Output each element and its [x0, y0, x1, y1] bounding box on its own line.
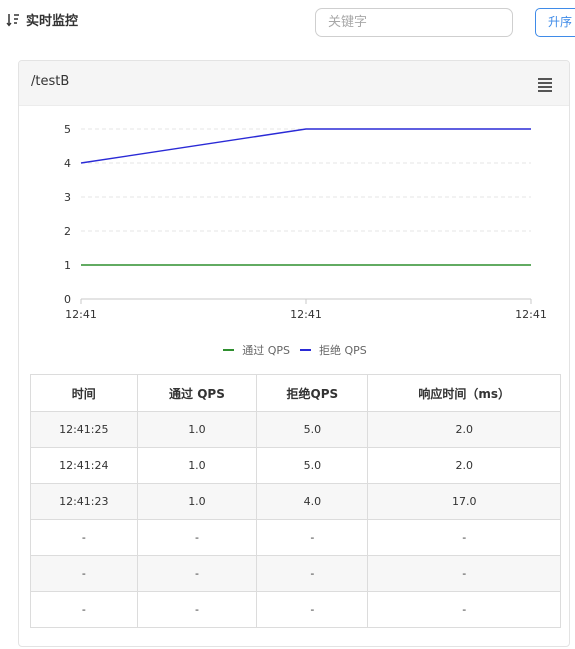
table-row: 12:41:25 1.0 5.0 2.0 — [30, 411, 561, 448]
table-cell: - — [136, 555, 258, 592]
legend-item[interactable]: 通过 QPS — [223, 342, 290, 358]
table-cell: - — [136, 519, 258, 556]
table-row: - - - - — [30, 591, 561, 628]
table-cell: 12:41:23 — [30, 483, 138, 520]
column-header-time: 时间 — [30, 374, 138, 412]
table-cell: - — [367, 555, 561, 592]
series-line-1 — [80, 128, 531, 164]
x-tick-label: 12:41 — [290, 308, 322, 321]
column-header-response-time: 响应时间（ms） — [367, 374, 561, 412]
table-row: - - - - — [30, 519, 561, 556]
column-header-pass-qps: 通过 QPS — [136, 374, 258, 412]
search-input[interactable] — [315, 8, 513, 37]
monitor-card: /testB 0 1 2 3 4 5 12:41 12:41 12:41 通过 QPS 拒绝 QP… — [18, 60, 570, 647]
chart-legend: 通过 QPS 拒绝 QPS — [19, 341, 569, 358]
table-cell: 5.0 — [256, 411, 369, 448]
table-cell: 1.0 — [136, 411, 258, 448]
table-row: 12:41:23 1.0 4.0 17.0 — [30, 483, 561, 520]
table-cell: 2.0 — [367, 411, 561, 448]
table-cell: - — [136, 591, 258, 628]
page-title: 实时监控 — [26, 14, 79, 29]
y-tick-label: 2 — [64, 225, 71, 238]
table-cell: - — [256, 591, 369, 628]
sort-icon[interactable] — [6, 13, 20, 27]
table-cell: 1.0 — [136, 447, 258, 484]
table-cell: - — [256, 519, 369, 556]
table-row: 12:41:24 1.0 5.0 2.0 — [30, 447, 561, 484]
legend-label: 通过 QPS — [242, 344, 290, 357]
y-tick-label: 5 — [64, 123, 71, 136]
table-cell: 12:41:24 — [30, 447, 138, 484]
table-cell: 2.0 — [367, 447, 561, 484]
metrics-table: 时间 通过 QPS 拒绝QPS 响应时间（ms） 12:41:25 1.0 5.… — [30, 374, 561, 628]
menu-icon[interactable] — [538, 78, 552, 92]
y-tick-label: 0 — [64, 293, 71, 306]
top-bar: 实时监控 升序 — [0, 0, 575, 48]
y-tick-label: 4 — [64, 157, 71, 170]
table-cell: - — [30, 519, 138, 556]
legend-swatch — [223, 349, 235, 351]
table-cell: - — [30, 555, 138, 592]
table-cell: 12:41:25 — [30, 411, 138, 448]
y-tick-label: 1 — [64, 259, 71, 272]
table-header-row: 时间 通过 QPS 拒绝QPS 响应时间（ms） — [30, 374, 561, 412]
table-row: - - - - — [30, 555, 561, 592]
x-tick-label: 12:41 — [65, 308, 97, 321]
resource-title: /testB — [31, 74, 70, 89]
table-cell: 1.0 — [136, 483, 258, 520]
table-cell: 4.0 — [256, 483, 369, 520]
sort-order-button[interactable]: 升序 — [535, 8, 575, 37]
card-header: /testB — [19, 61, 569, 106]
table-cell: - — [30, 591, 138, 628]
column-header-block-qps: 拒绝QPS — [256, 374, 369, 412]
x-tick-label: 12:41 — [515, 308, 547, 321]
table-cell: - — [256, 555, 369, 592]
legend-label: 拒绝 QPS — [319, 344, 367, 357]
table-cell: - — [367, 591, 561, 628]
legend-item[interactable]: 拒绝 QPS — [300, 342, 367, 358]
table-cell: 17.0 — [367, 483, 561, 520]
table-cell: - — [367, 519, 561, 556]
qps-line-chart: 0 1 2 3 4 5 12:41 12:41 12:41 — [64, 123, 547, 321]
page-title-group: 实时监控 — [6, 10, 78, 29]
table-cell: 5.0 — [256, 447, 369, 484]
y-tick-label: 3 — [64, 191, 71, 204]
legend-swatch — [300, 349, 311, 351]
